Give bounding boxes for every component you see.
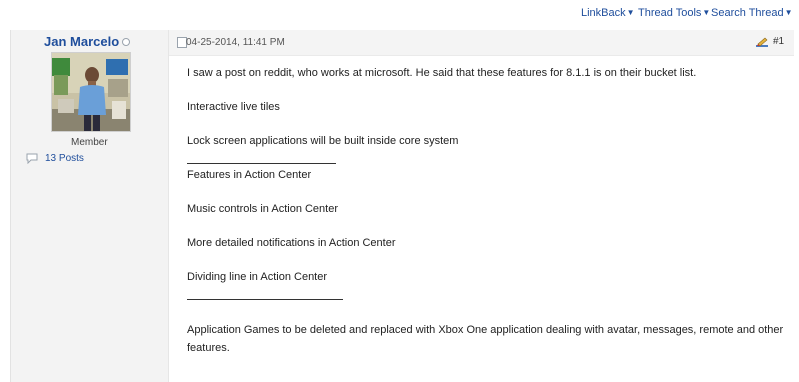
user-title: Member: [71, 137, 108, 148]
chevron-down-icon: ▼: [626, 8, 635, 17]
divider-line: [187, 299, 343, 300]
linkback-menu[interactable]: LinkBack▼: [581, 7, 635, 19]
chevron-down-icon: ▼: [702, 8, 711, 17]
linkback-label: LinkBack: [581, 7, 626, 19]
avatar-photo: [52, 53, 130, 131]
divider-line: [187, 163, 336, 164]
post-text-line: Dividing line in Action Center: [187, 271, 328, 283]
post-text-line: More detailed notifications in Action Ce…: [187, 237, 396, 249]
thread-toolbar: LinkBack▼ Thread Tools▼ Search Thread▼: [0, 0, 799, 24]
posts-count: 13 Posts: [45, 153, 84, 164]
thread-tools-label: Thread Tools: [638, 7, 702, 19]
post-body: 04-25-2014, 11:41 PM #1 I saw a post on …: [168, 30, 794, 382]
speech-bubble-icon: [26, 153, 38, 164]
post-number-link[interactable]: #1: [773, 36, 784, 47]
search-thread-label: Search Thread: [711, 7, 784, 19]
avatar[interactable]: [51, 52, 131, 132]
post-text-intro: I saw a post on reddit, who works at mic…: [187, 67, 697, 79]
username-link[interactable]: Jan Marcelo: [44, 34, 119, 49]
search-thread-menu[interactable]: Search Thread▼: [711, 7, 793, 19]
post-header: 04-25-2014, 11:41 PM #1: [169, 30, 794, 56]
user-posts-link[interactable]: 13 Posts: [26, 153, 84, 164]
post-text-line: Application Games to be deleted and repl…: [187, 324, 784, 354]
post-text-line: Music controls in Action Center: [187, 203, 339, 215]
edit-pencil-icon[interactable]: [755, 37, 769, 49]
post-date: 04-25-2014, 11:41 PM: [186, 37, 285, 48]
online-status-icon: [122, 38, 130, 46]
forum-post: Jan Marcelo Member 13 Posts 04-25-2014, …: [10, 30, 794, 382]
post-text-line: Interactive live tiles: [187, 101, 280, 113]
thread-tools-menu[interactable]: Thread Tools▼: [638, 7, 710, 19]
post-text-line: Lock screen applications will be built i…: [187, 135, 459, 147]
post-text-line: Features in Action Center: [187, 169, 312, 181]
user-info-panel: Jan Marcelo Member 13 Posts: [11, 30, 168, 382]
chevron-down-icon: ▼: [784, 8, 793, 17]
